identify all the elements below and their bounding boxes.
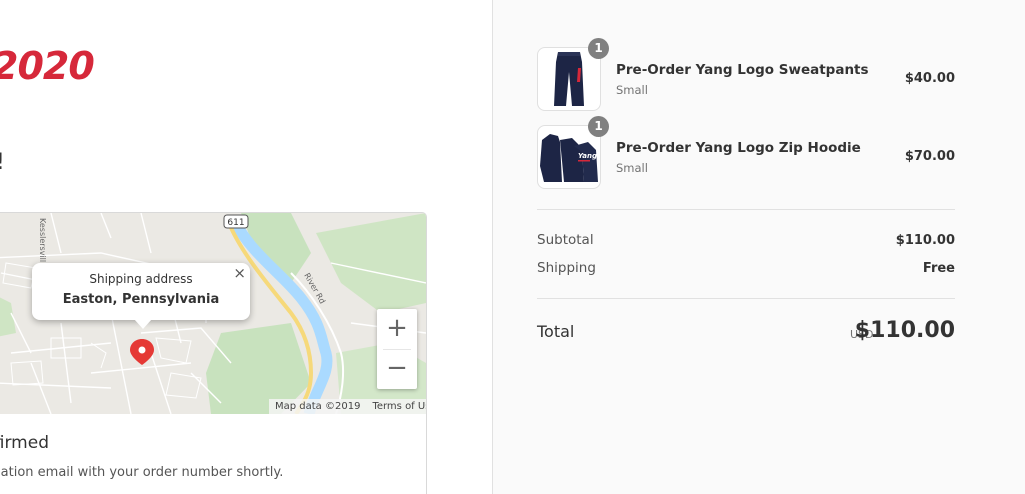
line-item: Yang 1 Pre-Order Yang Logo Zip Hoodie Sm… <box>537 116 955 189</box>
shipping-address-popup: Shipping address Easton, Pennsylvania × <box>32 263 250 329</box>
total-label: Total <box>537 322 575 341</box>
road-label-kesslersville: Kesslersvill <box>38 218 47 262</box>
terms-of-use-link[interactable]: Terms of Use <box>366 401 426 412</box>
zoom-in-button[interactable]: + <box>377 309 417 349</box>
shipping-label: Shipping <box>537 260 596 276</box>
map-attribution: Map data ©2019 Terms of Use <box>269 399 426 414</box>
popup-city: Easton, Pennsylvania <box>62 292 220 307</box>
zoom-out-button[interactable]: − <box>377 349 417 389</box>
shipping-value: Free <box>922 261 955 276</box>
map-data-credit: Map data ©2019 <box>275 401 361 412</box>
summary-divider <box>537 209 955 210</box>
shipping-map[interactable]: 611 Kesslersvill River Rd Ri Shipping ad… <box>0 213 426 414</box>
item-variant: Small <box>616 161 648 175</box>
hoodie-image-icon: Yang <box>540 134 598 182</box>
total-divider <box>537 298 955 299</box>
quantity-badge: 1 <box>588 116 609 137</box>
zoom-controls: + − <box>377 309 417 389</box>
close-icon[interactable]: × <box>233 264 246 282</box>
item-name: Pre-Order Yang Logo Zip Hoodie <box>616 140 861 156</box>
subtotal-value: $110.00 <box>895 233 955 248</box>
sweatpants-image-icon <box>554 52 584 106</box>
shipping-map-card: 611 Kesslersvill River Rd Ri Shipping ad… <box>0 212 427 494</box>
item-name: Pre-Order Yang Logo Sweatpants <box>616 62 869 78</box>
hoodie-logo-mark: Yang <box>578 152 597 160</box>
subtotal-label: Subtotal <box>537 232 594 248</box>
order-confirmed-title: nfirmed <box>0 433 49 453</box>
item-price: $70.00 <box>904 149 955 164</box>
order-summary: 1 Pre-Order Yang Logo Sweatpants Small $… <box>492 0 1025 494</box>
route-611-label: 611 <box>227 218 244 228</box>
brand-logo: 2020 <box>0 44 95 88</box>
popup-label: Shipping address <box>89 272 193 286</box>
line-item: 1 Pre-Order Yang Logo Sweatpants Small $… <box>537 38 955 111</box>
quantity-badge: 1 <box>588 38 609 59</box>
total-value: $110.00 <box>854 318 955 343</box>
item-variant: Small <box>616 83 648 97</box>
thank-you-heading: ! <box>0 150 5 175</box>
order-confirmed-text: mation email with your order number shor… <box>0 465 284 480</box>
order-status-panel: 2020 ! <box>0 0 492 494</box>
item-price: $40.00 <box>904 71 955 86</box>
